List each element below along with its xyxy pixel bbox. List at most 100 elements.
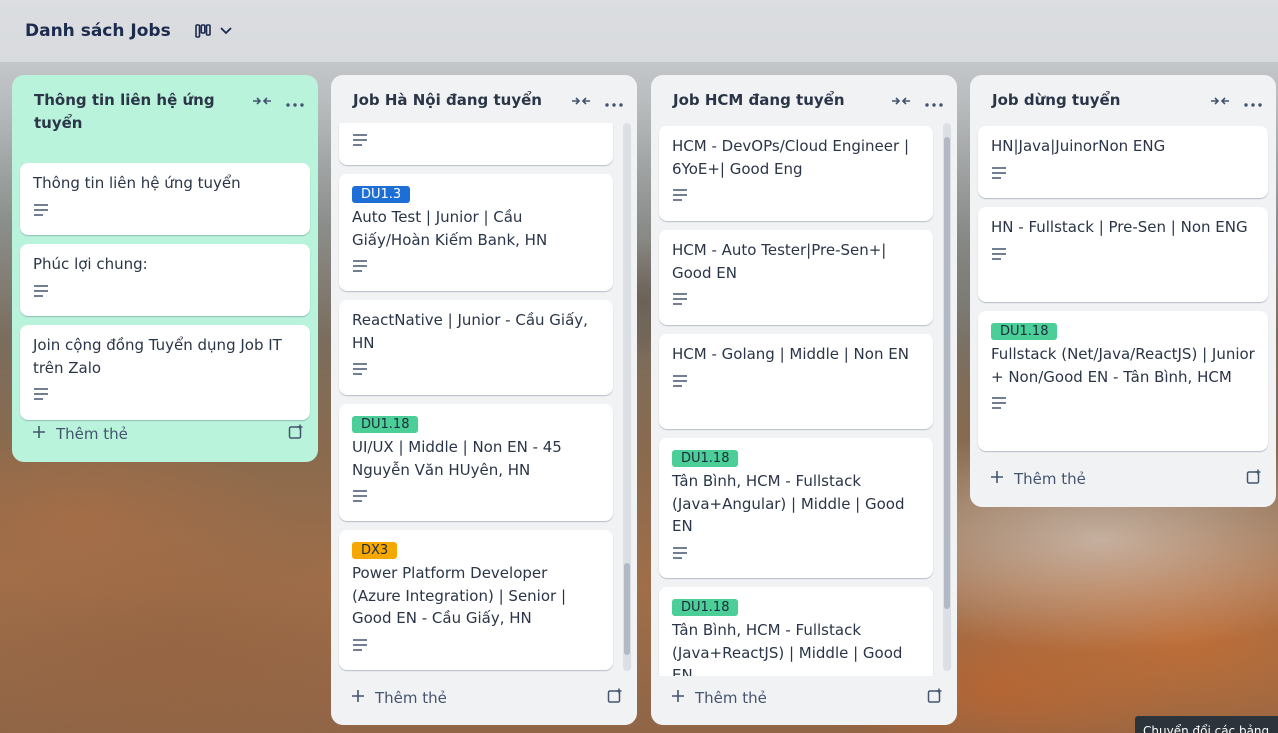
- chevron-down-icon: [219, 26, 233, 36]
- plus-icon: [671, 689, 685, 707]
- description-icon: [991, 166, 1007, 180]
- list-contact-info: Thông tin liên hệ ứng tuyển Thông tin li…: [12, 75, 318, 462]
- create-from-template-icon[interactable]: [288, 424, 304, 444]
- list-menu-icon[interactable]: [925, 92, 943, 111]
- description-icon: [672, 374, 688, 388]
- card[interactable]: DU1.3 Auto Test | Junior | Cầu Giấy/Hoàn…: [339, 174, 613, 291]
- card-label: DU1.18: [991, 323, 1058, 340]
- view-switcher[interactable]: [194, 24, 233, 38]
- board-view-icon: [194, 24, 211, 38]
- list-menu-icon[interactable]: [286, 92, 304, 111]
- description-icon: [33, 203, 49, 217]
- list-header: Job HCM đang tuyển: [651, 75, 957, 123]
- card-title: Fullstack (Net/Java/ReactJS) | Junior + …: [991, 345, 1255, 386]
- card-list[interactable]: DU1.3 Auto Test | Junior | Cầu Giấy/Hoàn…: [331, 123, 637, 676]
- card-title: UI/UX | Middle | Non EN - 45 Nguyễn Văn …: [352, 438, 562, 479]
- description-icon: [352, 133, 368, 147]
- add-card-button[interactable]: Thêm thẻ: [32, 425, 128, 443]
- card[interactable]: [339, 123, 613, 165]
- list-title[interactable]: Job Hà Nội đang tuyển: [353, 89, 557, 112]
- add-card-label: Thêm thẻ: [695, 689, 767, 707]
- create-from-template-icon[interactable]: [1246, 469, 1262, 489]
- card-label: DU1.18: [672, 450, 739, 467]
- list-header: Job dừng tuyển: [970, 75, 1276, 123]
- list-stopped-jobs: Job dừng tuyển HN|Java|JuinorNon ENG HN …: [970, 75, 1276, 507]
- description-icon: [352, 489, 368, 503]
- list-hcm-jobs: Job HCM đang tuyển HCM - DevOPs/Cloud En…: [651, 75, 957, 725]
- description-icon: [672, 546, 688, 560]
- card[interactable]: HCM - Golang | Middle | Non EN: [659, 334, 933, 429]
- card[interactable]: DU1.18 Tân Bình, HCM - Fullstack (Java+R…: [659, 587, 933, 676]
- scrollbar[interactable]: [623, 123, 631, 671]
- list-header: Thông tin liên hệ ứng tuyển: [12, 75, 318, 135]
- collapse-list-icon[interactable]: [252, 92, 272, 111]
- card-title: Auto Test | Junior | Cầu Giấy/Hoàn Kiếm …: [352, 208, 548, 249]
- create-from-template-icon[interactable]: [927, 688, 943, 708]
- card-label: DU1.18: [672, 599, 739, 616]
- description-icon: [352, 259, 368, 273]
- scroll-thumb[interactable]: [944, 137, 950, 609]
- plus-icon: [32, 425, 46, 443]
- add-card-label: Thêm thẻ: [1014, 470, 1086, 488]
- create-from-template-icon[interactable]: [607, 688, 623, 708]
- card-title: Phúc lợi chung:: [33, 255, 148, 273]
- add-card-label: Thêm thẻ: [375, 689, 447, 707]
- card[interactable]: DX3 Power Platform Developer (Azure Inte…: [339, 530, 613, 670]
- card-title: HN|Java|JuinorNon ENG: [991, 137, 1166, 155]
- collapse-list-icon[interactable]: [571, 92, 591, 111]
- list-title[interactable]: Thông tin liên hệ ứng tuyển: [34, 89, 238, 135]
- list-menu-icon[interactable]: [605, 92, 623, 111]
- list-title[interactable]: Job dừng tuyển: [992, 89, 1196, 112]
- list-menu-icon[interactable]: [1244, 92, 1262, 111]
- description-icon: [352, 362, 368, 376]
- plus-icon: [351, 689, 365, 707]
- card[interactable]: HCM - Auto Tester|Pre-Sen+| Good EN: [659, 230, 933, 325]
- add-card-button[interactable]: Thêm thẻ: [351, 689, 447, 707]
- card-title: HN - Fullstack | Pre-Sen | Non ENG: [991, 218, 1248, 236]
- list-header: Job Hà Nội đang tuyển: [331, 75, 637, 123]
- scroll-thumb[interactable]: [624, 563, 630, 655]
- list-title[interactable]: Job HCM đang tuyển: [673, 89, 877, 112]
- card-title: Tân Bình, HCM - Fullstack (Java+Angular)…: [672, 472, 905, 535]
- collapse-list-icon[interactable]: [891, 92, 911, 111]
- description-icon: [672, 188, 688, 202]
- card[interactable]: DU1.18 Tân Bình, HCM - Fullstack (Java+A…: [659, 438, 933, 578]
- card-title: Power Platform Developer (Azure Integrat…: [352, 564, 567, 627]
- card[interactable]: ReactNative | Junior - Cầu Giấy, HN: [339, 300, 613, 395]
- description-icon: [352, 638, 368, 652]
- board-title[interactable]: Danh sách Jobs: [25, 21, 171, 41]
- card-label: DX3: [352, 542, 398, 559]
- card-title: Join cộng đồng Tuyển dụng Job IT trên Za…: [33, 336, 282, 377]
- description-icon: [33, 387, 49, 401]
- add-card-button[interactable]: Thêm thẻ: [671, 689, 767, 707]
- card-title: ReactNative | Junior - Cầu Giấy, HN: [352, 311, 588, 352]
- card-label: DU1.3: [352, 186, 411, 203]
- card[interactable]: Phúc lợi chung:: [20, 244, 310, 316]
- card[interactable]: DU1.18 Fullstack (Net/Java/ReactJS) | Ju…: [978, 311, 1268, 451]
- card-title: HCM - DevOPs/Cloud Engineer | 6YoE+| Goo…: [672, 137, 909, 178]
- scrollbar[interactable]: [943, 123, 951, 671]
- card-list[interactable]: HCM - DevOPs/Cloud Engineer | 6YoE+| Goo…: [651, 123, 957, 676]
- description-icon: [33, 284, 49, 298]
- card[interactable]: HN - Fullstack | Pre-Sen | Non ENG: [978, 207, 1268, 302]
- add-card-button[interactable]: Thêm thẻ: [990, 470, 1086, 488]
- card[interactable]: HN|Java|JuinorNon ENG: [978, 126, 1268, 198]
- collapse-list-icon[interactable]: [1210, 92, 1230, 111]
- card[interactable]: Join cộng đồng Tuyển dụng Job IT trên Za…: [20, 325, 310, 420]
- add-card-label: Thêm thẻ: [56, 425, 128, 443]
- card[interactable]: HCM - DevOPs/Cloud Engineer | 6YoE+| Goo…: [659, 126, 933, 221]
- description-icon: [672, 292, 688, 306]
- card[interactable]: Thông tin liên hệ ứng tuyển: [20, 163, 310, 235]
- description-icon: [991, 396, 1007, 410]
- list-hanoi-jobs: Job Hà Nội đang tuyển DU1.3 Auto Test | …: [331, 75, 637, 725]
- tooltip: Chuyển đổi các bảng: [1135, 716, 1278, 733]
- card[interactable]: DU1.18 UI/UX | Middle | Non EN - 45 Nguy…: [339, 404, 613, 521]
- description-icon: [991, 247, 1007, 261]
- board-header: Danh sách Jobs: [0, 0, 1278, 62]
- card-title: HCM - Golang | Middle | Non EN: [672, 345, 909, 363]
- card-title: Tân Bình, HCM - Fullstack (Java+ReactJS)…: [672, 621, 903, 676]
- card-label: DU1.18: [352, 416, 419, 433]
- card-title: HCM - Auto Tester|Pre-Sen+| Good EN: [672, 241, 887, 282]
- plus-icon: [990, 470, 1004, 488]
- card-title: Thông tin liên hệ ứng tuyển: [33, 174, 241, 192]
